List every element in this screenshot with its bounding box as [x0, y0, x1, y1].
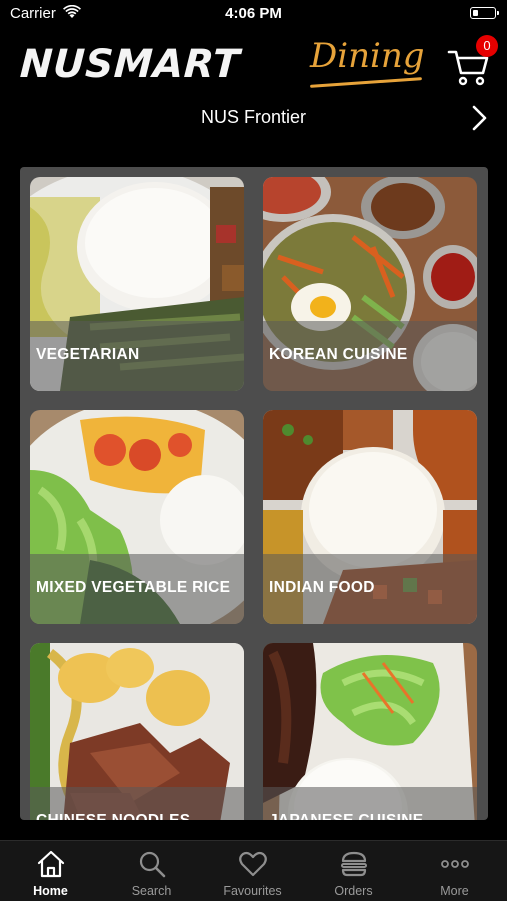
- tab-label: Orders: [334, 884, 373, 898]
- category-card-japanese-cuisine[interactable]: JAPANESE CUISINE: [263, 643, 477, 820]
- category-label: CHINESE NOODLES: [36, 812, 190, 820]
- tab-label: More: [440, 884, 469, 898]
- category-label: INDIAN FOOD: [269, 579, 375, 596]
- cart-count-badge: 0: [476, 35, 498, 57]
- brand-sub-text: Dining: [310, 36, 425, 76]
- category-label: KOREAN CUISINE: [269, 346, 408, 363]
- heart-icon: [239, 851, 267, 877]
- category-card-mixed-vegetable-rice[interactable]: MIXED VEGETABLE RICE: [30, 410, 244, 624]
- status-bar: Carrier 4:06 PM: [0, 0, 507, 30]
- brand-main-text: NUSMART: [18, 42, 241, 87]
- category-label: MIXED VEGETABLE RICE: [36, 579, 231, 596]
- tab-search[interactable]: Search: [101, 841, 202, 901]
- category-label: VEGETARIAN: [36, 346, 140, 363]
- category-card-indian-food[interactable]: INDIAN FOOD: [263, 410, 477, 624]
- burger-icon: [341, 851, 367, 877]
- category-card-korean-cuisine[interactable]: KOREAN CUISINE: [263, 177, 477, 391]
- chevron-right-icon[interactable]: [469, 104, 489, 132]
- brand-logo: NUSMART Dining: [18, 36, 430, 92]
- search-icon: [139, 851, 166, 878]
- tab-home[interactable]: Home: [0, 841, 101, 901]
- tab-label: Home: [33, 884, 68, 898]
- status-time: 4:06 PM: [225, 5, 282, 22]
- tab-label: Search: [131, 884, 172, 898]
- category-card-vegetarian[interactable]: VEGETARIAN: [30, 177, 244, 391]
- brand-underline: [310, 77, 422, 88]
- location-label[interactable]: NUS Frontier: [0, 107, 507, 128]
- battery-icon: [470, 7, 499, 19]
- tab-orders[interactable]: Orders: [303, 841, 404, 901]
- category-card-chinese-noodles[interactable]: CHINESE NOODLES: [30, 643, 244, 820]
- more-icon: [441, 860, 469, 868]
- tab-more[interactable]: More: [404, 841, 505, 901]
- tab-label: Favourites: [223, 884, 282, 898]
- category-label: JAPANESE CUISINE: [269, 812, 423, 820]
- tab-favourites[interactable]: Favourites: [202, 841, 303, 901]
- category-grid: VEGETARIAN KOREAN CUISINE MIXED VEGETABL…: [20, 167, 488, 820]
- home-icon: [37, 850, 65, 878]
- tab-bar: Home Search Favourites Orders More: [0, 840, 507, 901]
